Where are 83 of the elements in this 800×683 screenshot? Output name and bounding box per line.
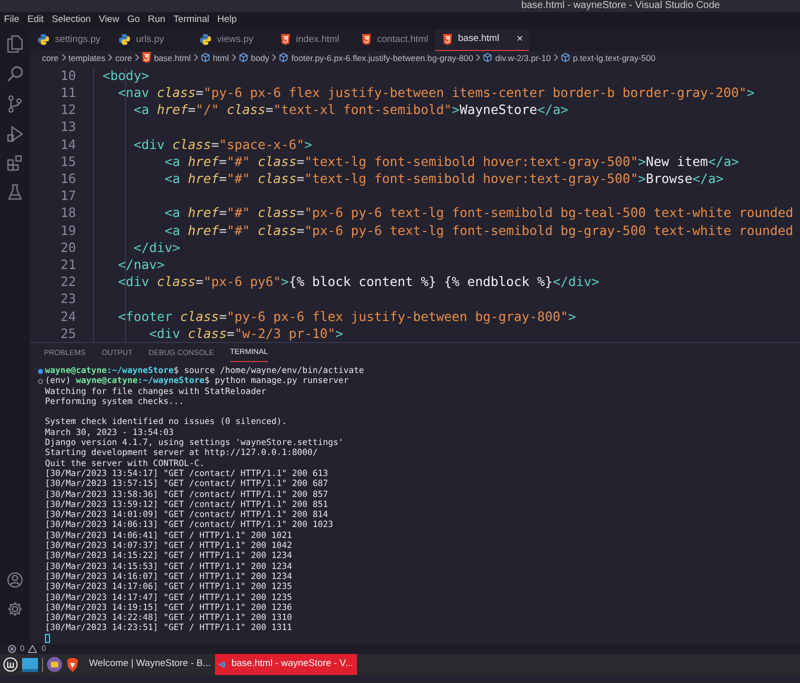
line-number: 10: [59, 68, 76, 86]
breadcrumb-item[interactable]: footer.py-6.px-6.flex.justify-between.bg-gray-800: [291, 52, 474, 64]
terminal-line: [30/Mar/2023 14:15:53] "GET / HTTP/1.1" 200 1234: [44, 562, 292, 572]
line-number: 20: [59, 240, 76, 257]
line-number: 14: [59, 136, 76, 154]
line-number: 24: [59, 308, 76, 326]
menu-item[interactable]: Terminal: [173, 13, 210, 28]
breadcrumb-item[interactable]: div.w-2/3.pr-10: [495, 52, 551, 64]
editor-tab[interactable]: contact.html: [354, 29, 435, 51]
line-number: 12: [59, 102, 76, 120]
menu-item[interactable]: File: [4, 13, 20, 28]
breadcrumb-item[interactable]: core: [115, 52, 132, 64]
menu-item[interactable]: Edit: [27, 13, 44, 28]
close-icon[interactable]: ×: [516, 31, 523, 48]
line-number: 25: [59, 326, 76, 342]
code-line: <a href="#" class="px-6 py-6 text-lg font-semibold bg-gray-500 text-white rounded: [164, 224, 794, 239]
code-line: <div class="px-6 py6">{% block content %} {% endblock %}</div>: [117, 275, 600, 290]
editor-tab[interactable]: settings.py: [30, 29, 111, 51]
breadcrumb-item[interactable]: templates: [68, 52, 106, 64]
editor-tab[interactable]: index.html: [273, 29, 354, 51]
terminal-line: (env) wayne@catyne:~/wayneStore$ python manage.py runserver: [45, 376, 349, 387]
terminal-line: [30/Mar/2023 14:22:48] "GET / HTTP/1.1" 200 1310: [44, 613, 292, 624]
code-line: <nav class="py-6 px-6 flex justify-between items-center border-b border-gray-200">: [117, 86, 754, 102]
terminal-line: [30/Mar/2023 14:16:07] "GET / HTTP/1.1" 200 1234: [44, 572, 292, 582]
line-number: 22: [59, 274, 76, 292]
terminal-line: [30/Mar/2023 14:23:51] "GET / HTTP/1.1" 200 1311: [44, 623, 292, 634]
code-line: <a href="#" class="text-lg font-semibold hover:text-gray-500">Browse</a>: [164, 172, 724, 187]
code-line: <footer class="py-6 px-6 flex justify-between bg-gray-800">: [117, 310, 576, 324]
terminal-line: [30/Mar/2023 14:17:06] "GET / HTTP/1.1" 200 1235: [44, 582, 292, 593]
code-line: <a href="#" class="text-lg font-semibold hover:text-gray-500">New item</a>: [164, 154, 739, 170]
terminal-line: Django version 4.1.7, using settings 'wayneStore.settings': [44, 438, 344, 448]
editor-tab[interactable]: urls.py: [111, 29, 192, 51]
warning-count[interactable]: 0: [41, 643, 46, 655]
breadcrumb-item[interactable]: p.text-lg.text-gray-500: [572, 52, 656, 64]
line-number: 13: [59, 119, 76, 137]
terminal-line: Quit the server with CONTROL-C.: [44, 458, 205, 469]
editor-tab[interactable]: base.html ×: [435, 29, 529, 51]
code-line: </nav>: [117, 258, 165, 273]
line-number: 16: [59, 171, 76, 188]
code-line: <a href="/" class="text-xl font-semibold">WayneStore</a>: [132, 103, 568, 118]
menu-item[interactable]: Go: [127, 13, 140, 28]
editor-tab[interactable]: views.py: [192, 29, 273, 51]
terminal-line: System check identified no issues (0 silenced).: [44, 417, 287, 428]
code-line: <a href="#" class="px-6 py-6 text-lg font-semibold bg-teal-500 text-white rounded: [164, 206, 794, 222]
terminal-line: [30/Mar/2023 14:19:15] "GET / HTTP/1.1" 200 1236: [44, 602, 292, 614]
terminal-line: [30/Mar/2023 14:01:09] "GET /contact/ HTTP/1.1" 200 814: [44, 510, 328, 520]
window-title: base.html - wayneStore - Visual Studio Code: [521, 0, 720, 12]
terminal-line: [30/Mar/2023 13:59:12] "GET /contact/ HTTP/1.1" 200 851: [44, 500, 328, 510]
line-number: 18: [59, 205, 76, 223]
terminal-line: [30/Mar/2023 14:07:37] "GET / HTTP/1.1" 200 1042: [44, 541, 292, 552]
breadcrumb-item[interactable]: body: [250, 52, 270, 64]
taskbar-window[interactable]: Welcome | WayneStore - B...: [83, 654, 211, 675]
line-number: 23: [59, 291, 76, 308]
terminal-line: [30/Mar/2023 13:54:17] "GET /contact/ HTTP/1.1" 200 613: [44, 468, 328, 480]
menu-item[interactable]: Selection: [52, 13, 91, 28]
terminal-line: [30/Mar/2023 13:57:15] "GET /contact/ HTTP/1.1" 200 687: [44, 479, 328, 490]
code-line: </div>: [132, 240, 180, 256]
code-line: <div class="w-2/3 pr-10">: [148, 326, 344, 342]
error-count[interactable]: 0: [20, 643, 24, 655]
line-number: 15: [59, 154, 76, 171]
taskbar-window[interactable]: base.html - wayneStore - V...: [215, 654, 357, 675]
line-number: 17: [59, 188, 76, 206]
line-number: 19: [59, 222, 76, 240]
terminal-line: Performing system checks...: [44, 396, 184, 408]
line-number: 11: [59, 85, 76, 102]
terminal-line: [30/Mar/2023 14:06:41] "GET / HTTP/1.1" 200 1021: [44, 530, 292, 542]
code-line: <div class="space-x-6">: [132, 138, 312, 153]
terminal-line: [30/Mar/2023 14:06:13] "GET /contact/ HTTP/1.1" 200 1023: [44, 520, 334, 531]
terminal-line: [30/Mar/2023 14:15:22] "GET / HTTP/1.1" 200 1234: [44, 551, 292, 562]
terminal-line: Watching for file changes with StatReloader: [44, 386, 266, 397]
breadcrumb-item[interactable]: core: [42, 52, 59, 64]
terminal-line: [30/Mar/2023 14:17:47] "GET / HTTP/1.1" 200 1235: [44, 592, 292, 603]
terminal-line: wayne@catyne:~/wayneStore$ source /home/wayne/env/bin/activate: [45, 366, 364, 376]
line-number: 21: [59, 256, 76, 274]
breadcrumb-item[interactable]: html: [212, 52, 229, 64]
terminal-line: Starting development server at http://127.0.0.1:8000/: [44, 448, 318, 459]
code-line: <body>: [102, 68, 150, 84]
menu-item[interactable]: Help: [217, 13, 237, 28]
menu-item[interactable]: Run: [148, 13, 166, 28]
menu-item[interactable]: View: [98, 13, 120, 28]
terminal-line: March 30, 2023 - 13:54:03: [44, 428, 174, 438]
breadcrumb-item[interactable]: base.html: [154, 52, 191, 64]
terminal-line: [30/Mar/2023 13:58:36] "GET /contact/ HTTP/1.1" 200 857: [44, 490, 328, 500]
